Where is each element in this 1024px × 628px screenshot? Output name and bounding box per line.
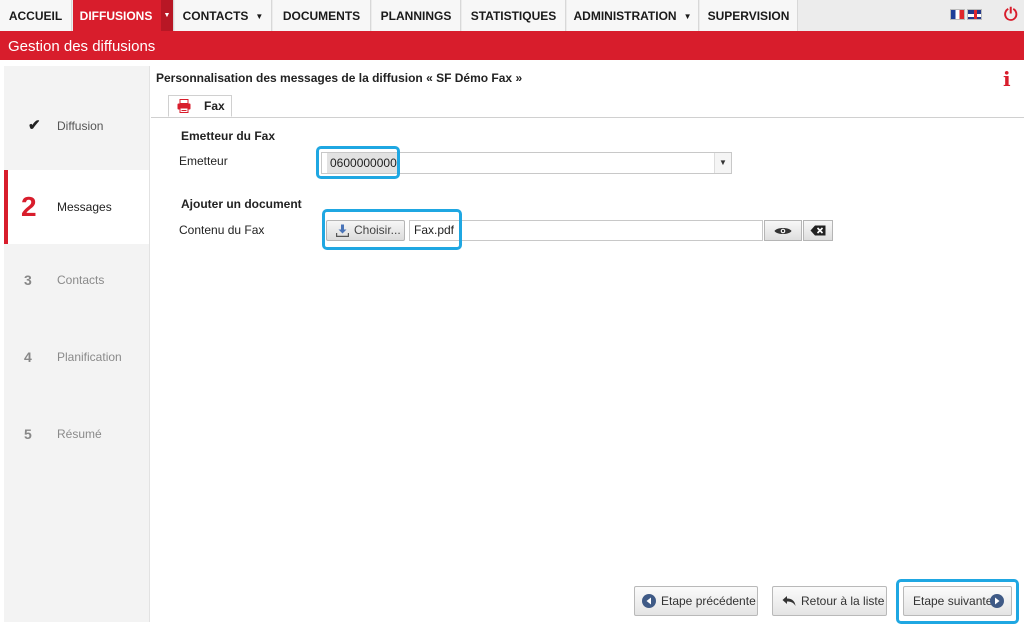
uk-flag-icon[interactable] <box>967 9 982 20</box>
nav-label: ADMINISTRATION <box>573 9 677 23</box>
main-panel: Personnalisation des messages de la diff… <box>151 66 1024 626</box>
section-title: Personnalisation des messages de la diff… <box>156 71 523 85</box>
highlight-choose <box>322 209 462 250</box>
chevron-down-icon: ▼ <box>714 153 731 173</box>
message-tabs: Fax <box>151 92 1024 118</box>
tab-fax[interactable]: Fax <box>168 95 232 117</box>
nav-label: DOCUMENTS <box>282 9 361 23</box>
nav-label: DIFFUSIONS <box>79 9 153 23</box>
content-label: Contenu du Fax <box>179 223 265 237</box>
step-number: 4 <box>24 349 32 365</box>
info-icon[interactable]: i <box>1003 68 1011 90</box>
page-title: Gestion des diffusions <box>0 31 1024 60</box>
step-contacts[interactable]: 3 Contacts <box>4 243 149 317</box>
nav-label: CONTACTS <box>182 9 249 23</box>
check-icon: ✔ <box>28 117 41 134</box>
french-flag-icon[interactable] <box>950 9 965 20</box>
sender-label: Emetteur <box>179 154 228 168</box>
nav-label: ACCUEIL <box>8 9 63 23</box>
nav-label: PLANNINGS <box>380 9 452 23</box>
preview-button[interactable] <box>764 220 802 241</box>
power-icon[interactable]: ⏻ <box>1004 6 1017 23</box>
nav-label: STATISTIQUES <box>470 9 557 23</box>
delete-icon <box>810 225 826 236</box>
nav-accueil[interactable]: ACCUEIL <box>0 0 72 31</box>
step-label: Diffusion <box>57 119 104 133</box>
nav-administration[interactable]: ADMINISTRATION ▼ <box>567 0 699 31</box>
sender-section-heading: Emetteur du Fax <box>181 129 276 143</box>
document-section-heading: Ajouter un document <box>181 197 302 211</box>
arrow-left-icon <box>642 594 656 608</box>
step-number: 5 <box>24 426 32 442</box>
back-to-list-button[interactable]: Retour à la liste <box>772 586 887 616</box>
back-arrow-icon <box>782 596 796 606</box>
nav-diffusions[interactable]: DIFFUSIONS ▼ <box>73 0 174 31</box>
step-diffusion[interactable]: ✔ Diffusion <box>4 89 149 163</box>
remove-file-button[interactable] <box>803 220 833 241</box>
highlight-next <box>896 579 1019 624</box>
step-sidebar: ✔ Diffusion 2 Messages 3 Contacts 4 Plan… <box>4 66 150 622</box>
step-messages[interactable]: 2 Messages <box>4 170 149 244</box>
nav-supervision[interactable]: SUPERVISION <box>700 0 798 31</box>
step-label: Contacts <box>57 273 105 287</box>
language-selector <box>950 9 984 23</box>
step-number: 3 <box>24 272 32 288</box>
step-label: Planification <box>57 350 122 364</box>
nav-statistiques[interactable]: STATISTIQUES <box>462 0 566 31</box>
eye-icon <box>774 228 792 234</box>
chevron-down-icon[interactable]: ▼ <box>161 0 173 31</box>
nav-plannings[interactable]: PLANNINGS <box>372 0 461 31</box>
chevron-down-icon: ▼ <box>255 12 264 21</box>
step-resume[interactable]: 5 Résumé <box>4 397 149 471</box>
tab-label: Fax <box>204 99 225 113</box>
back-label: Retour à la liste <box>801 594 885 608</box>
previous-label: Etape précédente <box>661 594 756 608</box>
file-name-field[interactable]: Fax.pdf <box>409 220 763 241</box>
nav-contacts[interactable]: CONTACTS ▼ <box>175 0 272 31</box>
top-navigation: ACCUEIL DIFFUSIONS ▼ CONTACTS ▼ DOCUMENTS… <box>0 0 1024 32</box>
chevron-down-icon: ▼ <box>683 12 692 21</box>
fax-icon <box>177 99 191 113</box>
nav-documents[interactable]: DOCUMENTS <box>273 0 371 31</box>
nav-label: SUPERVISION <box>707 9 790 23</box>
step-number: 2 <box>21 191 37 222</box>
step-planification[interactable]: 4 Planification <box>4 320 149 394</box>
step-label: Résumé <box>57 427 102 441</box>
previous-step-button[interactable]: Etape précédente <box>634 586 758 616</box>
step-label: Messages <box>57 200 112 214</box>
highlight-sender <box>316 146 400 179</box>
